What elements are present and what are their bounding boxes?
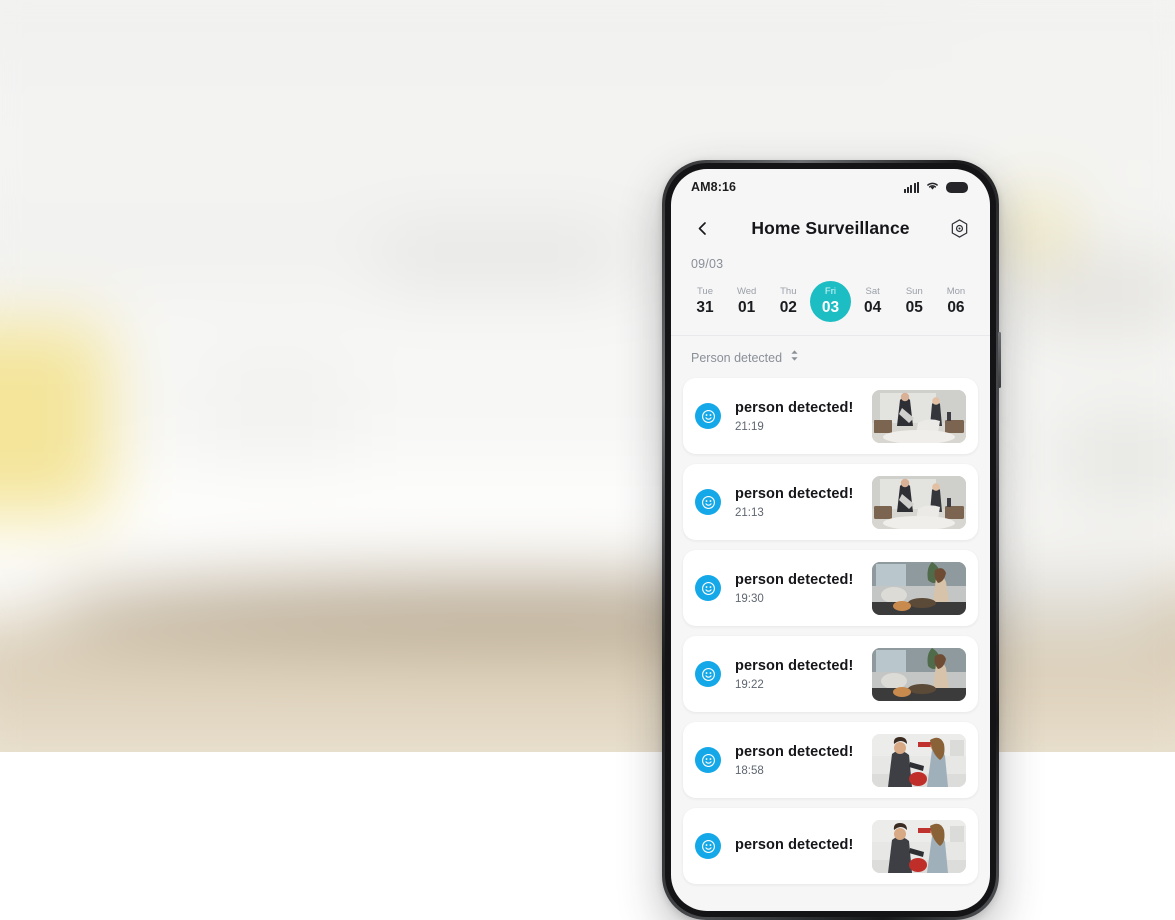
date-dow: Fri (824, 286, 836, 297)
event-card[interactable]: person detected! 18:58 (683, 722, 978, 798)
date-num: 03 (821, 299, 840, 316)
status-bar: AM8:16 (671, 169, 990, 205)
background-shelf-b (1053, 410, 1175, 507)
background-yellow-lamp (0, 323, 109, 516)
date-strip: Tue 31 Wed 01 Thu 02 Fri 03 Sat 04 Sun 0… (671, 271, 990, 323)
date-cell-mon-06[interactable]: Mon 06 (936, 279, 976, 323)
date-cell-tue-31[interactable]: Tue 31 (685, 279, 725, 323)
back-chevron-icon[interactable] (689, 215, 715, 241)
app-bar: Home Surveillance (671, 205, 990, 251)
event-thumbnail[interactable] (872, 819, 966, 873)
event-time: 19:30 (735, 592, 764, 605)
battery-full-icon (946, 181, 968, 193)
person-detected-icon (695, 403, 721, 429)
date-dow: Sun (905, 286, 923, 297)
date-num: 04 (864, 299, 882, 316)
event-text: person detected! 19:30 (735, 571, 872, 606)
background-shelf-a (1014, 253, 1175, 333)
date-cell-sun-05[interactable]: Sun 05 (894, 279, 934, 323)
month-label: 09/03 (691, 257, 724, 271)
event-title: person detected! (735, 836, 854, 853)
person-detected-icon (695, 575, 721, 601)
event-card[interactable]: person detected! 21:19 (683, 378, 978, 454)
page-title: Home Surveillance (751, 217, 910, 238)
event-title: person detected! (735, 399, 854, 416)
event-title: person detected! (735, 571, 854, 588)
date-cell-sat-04[interactable]: Sat 04 (853, 279, 893, 323)
phone-screen: AM8:16 Home Surveillance 09/03 Tue 31 We… (671, 169, 990, 911)
date-cell-thu-02[interactable]: Thu 02 (768, 279, 808, 323)
signal-bars-icon (903, 181, 919, 193)
event-thumbnail[interactable] (872, 561, 966, 615)
event-thumbnail[interactable] (872, 733, 966, 787)
person-detected-icon (695, 661, 721, 687)
event-card[interactable]: person detected! 19:30 (683, 550, 978, 626)
date-num: 01 (738, 299, 756, 316)
event-title: person detected! (735, 485, 854, 502)
person-detected-icon (695, 833, 721, 859)
date-dow: Thu (780, 286, 797, 297)
event-text: person detected! 19:22 (735, 657, 872, 692)
phone-mockup: AM8:16 Home Surveillance 09/03 Tue 31 We… (662, 160, 1001, 920)
event-text: person detected! 18:58 (735, 743, 872, 778)
event-text: person detected! 21:19 (735, 399, 872, 434)
sort-updown-icon[interactable] (789, 349, 800, 367)
event-card[interactable]: person detected! (683, 808, 978, 884)
event-text: person detected! (735, 836, 872, 857)
date-dow: Wed (736, 286, 757, 297)
event-time: 21:19 (735, 420, 764, 433)
date-cell-wed-01[interactable]: Wed 01 (727, 279, 767, 323)
event-time: 21:13 (735, 506, 764, 519)
event-thumbnail[interactable] (872, 389, 966, 443)
event-time: 19:22 (735, 678, 764, 691)
filter-dropdown[interactable]: Person detected (671, 336, 990, 378)
background-yellow-accent-right (1001, 201, 1067, 254)
event-thumbnail[interactable] (872, 475, 966, 529)
event-card[interactable]: person detected! 21:13 (683, 464, 978, 540)
status-icons (903, 178, 968, 196)
date-num: 06 (947, 299, 965, 316)
date-dow: Sat (865, 286, 880, 297)
date-num: 02 (779, 299, 797, 316)
wifi-icon (925, 178, 940, 196)
background-shelf-c (976, 567, 1158, 629)
event-card[interactable]: person detected! 19:22 (683, 636, 978, 712)
event-title: person detected! (735, 743, 854, 760)
date-dow: Tue (696, 286, 714, 297)
event-thumbnail[interactable] (872, 647, 966, 701)
person-detected-icon (695, 747, 721, 773)
date-num: 31 (696, 299, 714, 316)
event-title: person detected! (735, 657, 854, 674)
person-detected-icon (695, 489, 721, 515)
event-time: 18:58 (735, 764, 764, 777)
event-list: person detected! 21:19 person detected! … (671, 378, 990, 904)
phone-side-button[interactable] (998, 332, 1001, 388)
date-dow: Mon (946, 286, 966, 297)
status-time: AM8:16 (691, 180, 737, 194)
date-cell-fri-03-selected[interactable]: Fri 03 (809, 280, 851, 322)
event-text: person detected! 21:13 (735, 485, 872, 520)
filter-label: Person detected (691, 351, 783, 365)
date-num: 05 (905, 299, 923, 316)
hexagon-settings-icon[interactable] (946, 215, 972, 241)
